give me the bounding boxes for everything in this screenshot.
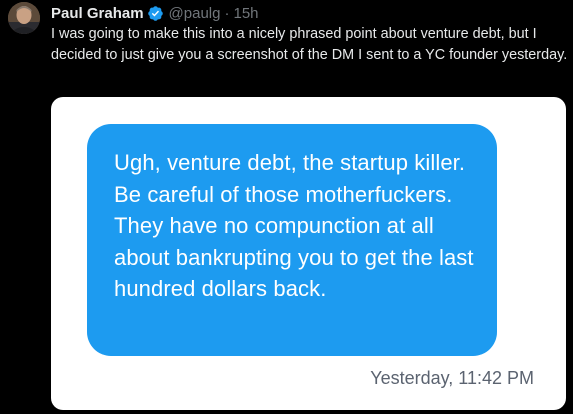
dm-screenshot-image[interactable]: Ugh, venture debt, the startup killer. B…: [51, 97, 566, 410]
dm-message-text: Ugh, venture debt, the startup killer. B…: [114, 150, 474, 301]
tweet-header: Paul Graham @paulg · 15h: [51, 3, 259, 23]
tweet-time[interactable]: 15h: [233, 5, 258, 22]
author-handle[interactable]: @paulg: [169, 5, 221, 22]
author-avatar[interactable]: [8, 2, 40, 34]
author-name[interactable]: Paul Graham: [51, 5, 144, 22]
dm-timestamp: Yesterday, 11:42 PM: [370, 368, 534, 388]
dot-separator: ·: [224, 4, 230, 22]
tweet-text: I was going to make this into a nicely p…: [51, 26, 568, 63]
tweet[interactable]: Paul Graham @paulg · 15h I was going to …: [0, 0, 573, 414]
dm-message-bubble: Ugh, venture debt, the startup killer. B…: [87, 124, 497, 356]
verified-badge-icon: [147, 5, 164, 22]
